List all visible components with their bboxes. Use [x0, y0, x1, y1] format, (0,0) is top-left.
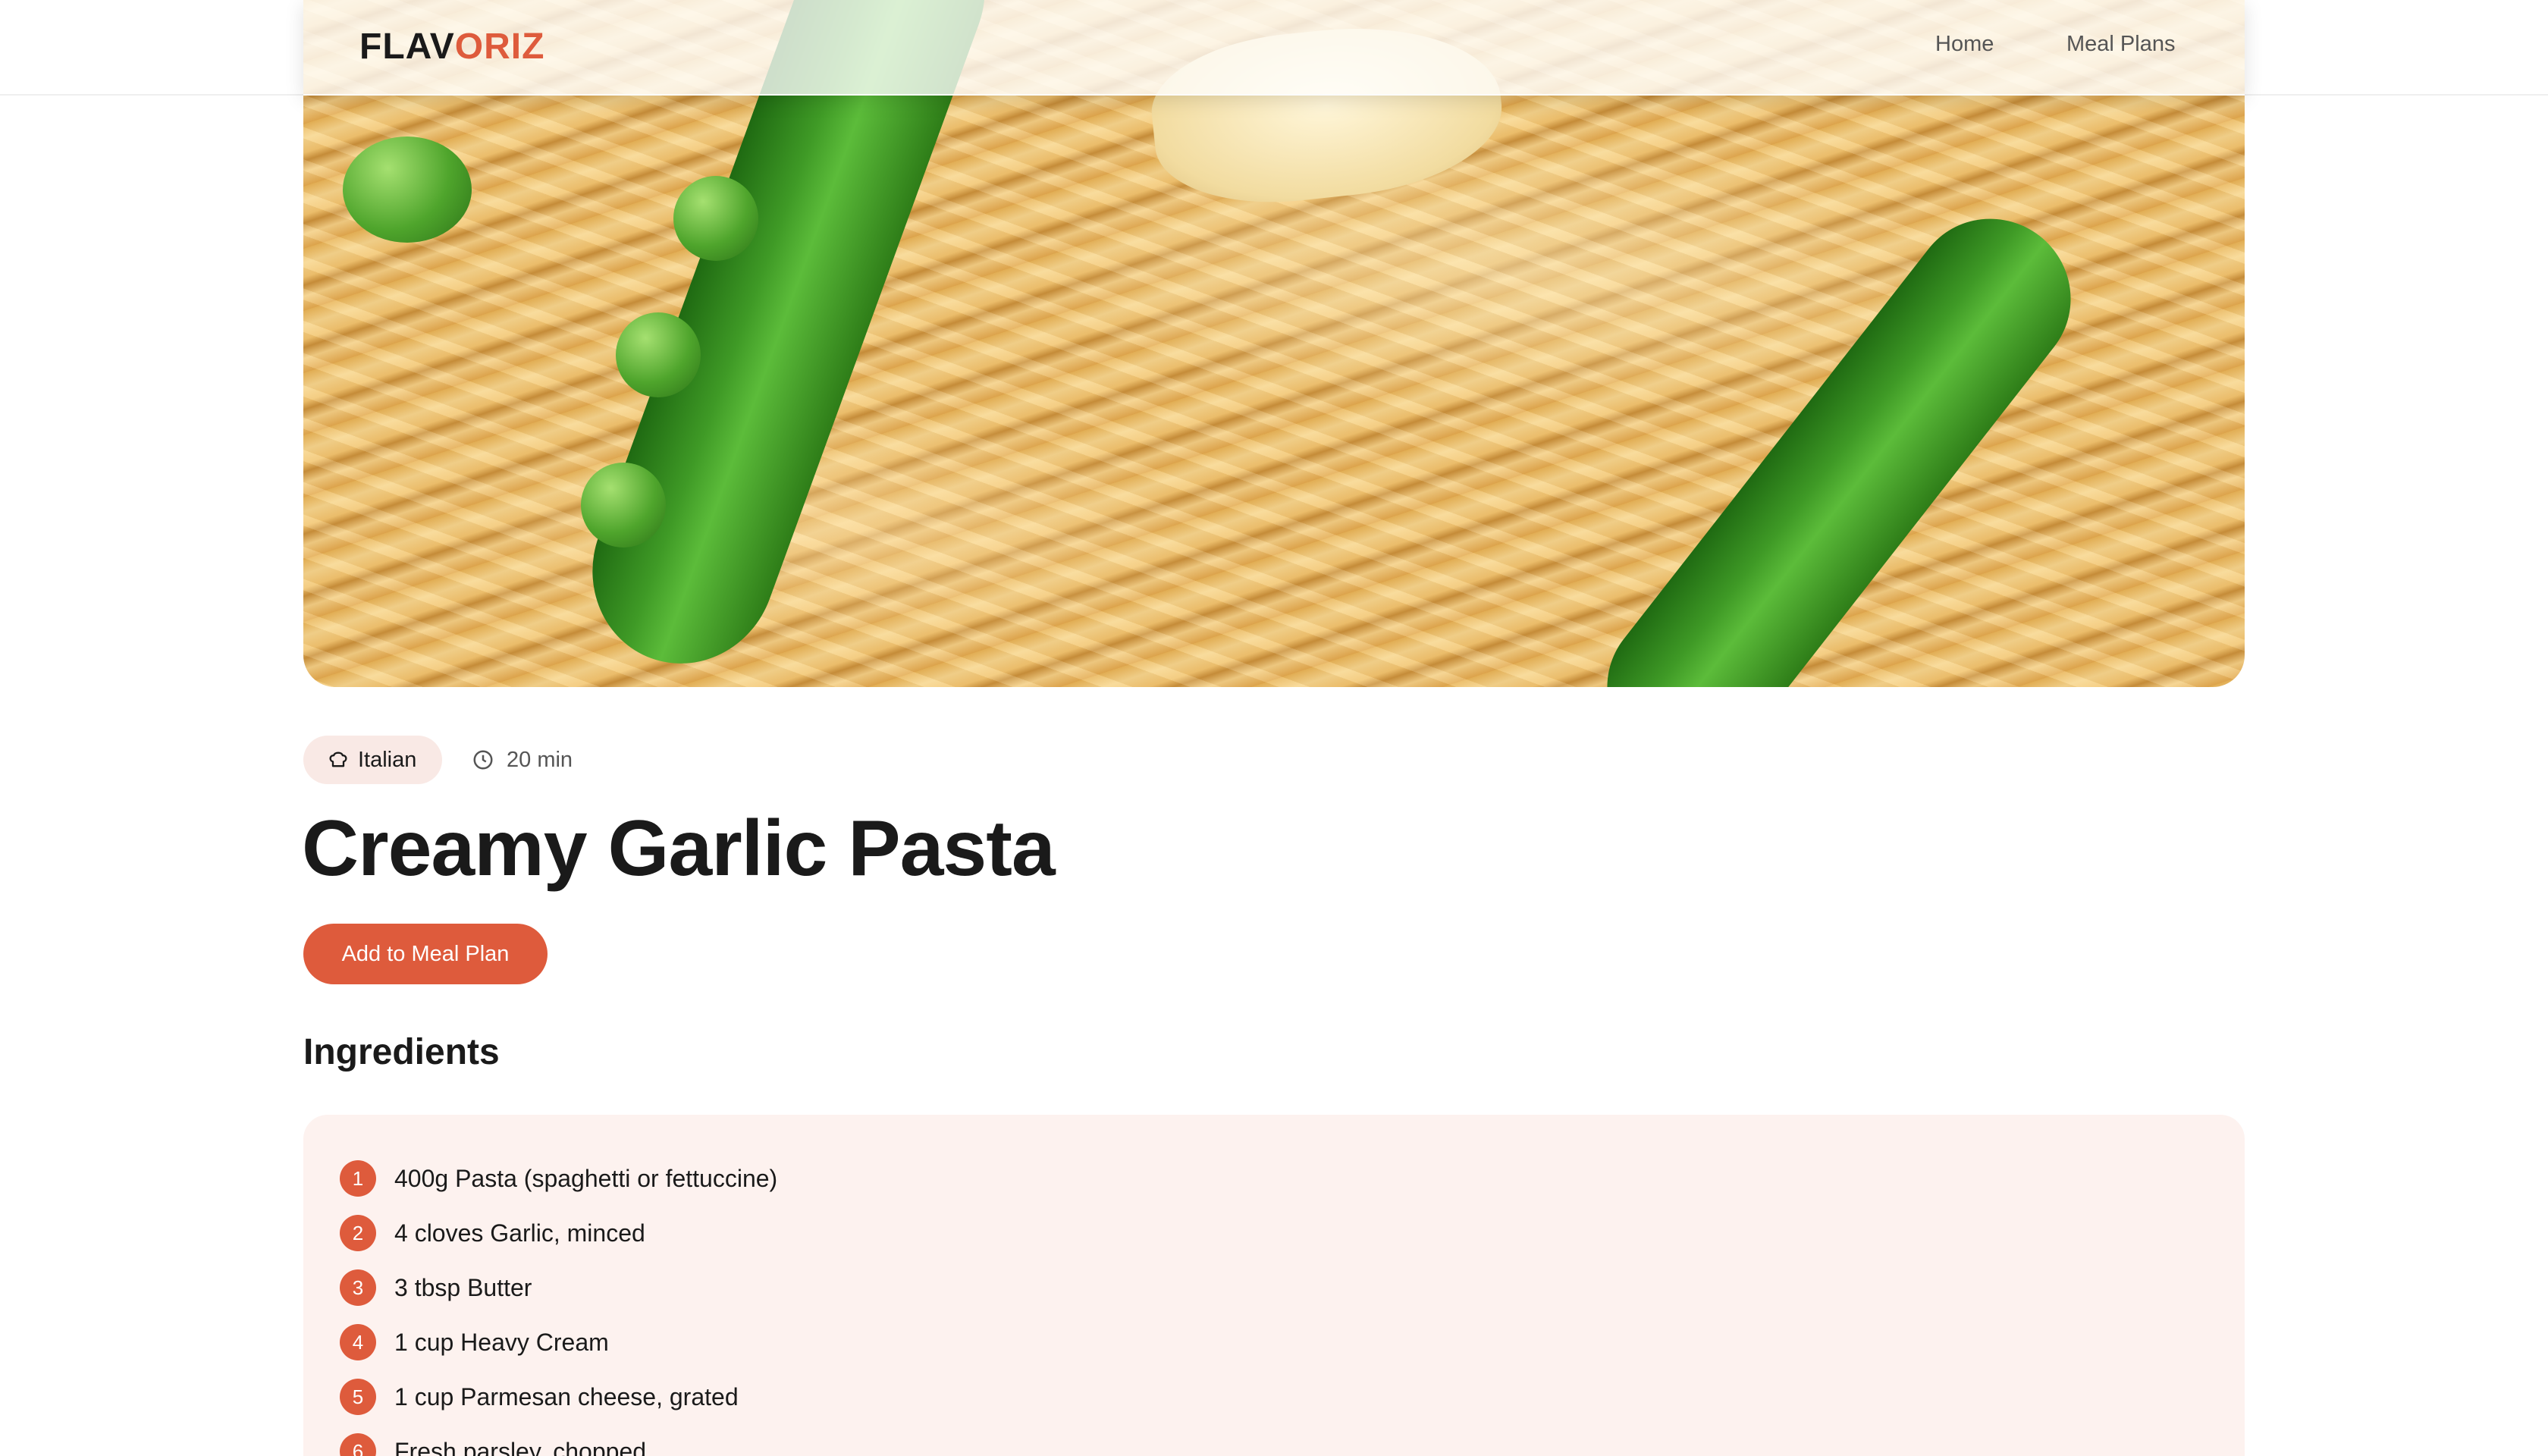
logo[interactable]: FLAVORIZ	[359, 26, 544, 67]
cuisine-tag[interactable]: Italian	[303, 736, 443, 784]
ingredient-text: 3 tbsp Butter	[394, 1273, 532, 1301]
ingredient-item: 2 4 cloves Garlic, minced	[340, 1206, 2208, 1260]
logo-text-primary: FLAV	[359, 27, 455, 67]
recipe-hero-image	[303, 0, 2245, 687]
pea	[673, 176, 758, 261]
recipe-page: FLAVORIZ Home Meal Plans Italian 20 min …	[0, 0, 2548, 1456]
nav-meal-plans-link[interactable]: Meal Plans	[2066, 32, 2175, 57]
ingredient-number: 5	[340, 1379, 376, 1415]
add-to-meal-plan-button[interactable]: Add to Meal Plan	[303, 924, 548, 984]
cook-time-label: 20 min	[507, 748, 573, 772]
ingredients-heading: Ingredients	[303, 1032, 500, 1072]
ingredient-number: 1	[340, 1160, 376, 1197]
pea	[616, 312, 701, 397]
cuisine-label: Italian	[358, 748, 417, 772]
recipe-title: Creamy Garlic Pasta	[302, 805, 1056, 893]
logo-text-accent: ORIZ	[454, 27, 545, 67]
clock-icon	[473, 750, 493, 770]
nav-home-link[interactable]: Home	[1935, 32, 1994, 57]
ingredient-item: 1 400g Pasta (spaghetti or fettuccine)	[340, 1151, 2208, 1206]
chef-hat-icon	[329, 752, 347, 767]
ingredient-text: 1 cup Parmesan cheese, grated	[394, 1382, 739, 1410]
ingredient-text: 400g Pasta (spaghetti or fettuccine)	[394, 1164, 778, 1192]
snap-pea-pod-right	[1575, 187, 2103, 687]
cook-time: 20 min	[472, 736, 573, 784]
ingredient-number: 4	[340, 1324, 376, 1360]
ingredient-number: 3	[340, 1269, 376, 1306]
ingredient-text: 4 cloves Garlic, minced	[394, 1219, 645, 1247]
ingredients-list: 1 400g Pasta (spaghetti or fettuccine) 2…	[303, 1115, 2245, 1456]
ingredient-item: 4 1 cup Heavy Cream	[340, 1315, 2208, 1370]
ingredient-item: 5 1 cup Parmesan cheese, grated	[340, 1370, 2208, 1424]
ingredient-item: 3 3 tbsp Butter	[340, 1260, 2208, 1315]
ingredient-item: 6 Fresh parsley, chopped	[340, 1424, 2208, 1456]
ingredient-text: 1 cup Heavy Cream	[394, 1328, 609, 1356]
ingredient-number: 6	[340, 1433, 376, 1456]
site-header: FLAVORIZ Home Meal Plans	[0, 0, 2548, 96]
ingredient-number: 2	[340, 1215, 376, 1251]
ingredient-text: Fresh parsley, chopped	[394, 1437, 647, 1456]
pea	[343, 136, 472, 243]
pea	[581, 463, 666, 548]
